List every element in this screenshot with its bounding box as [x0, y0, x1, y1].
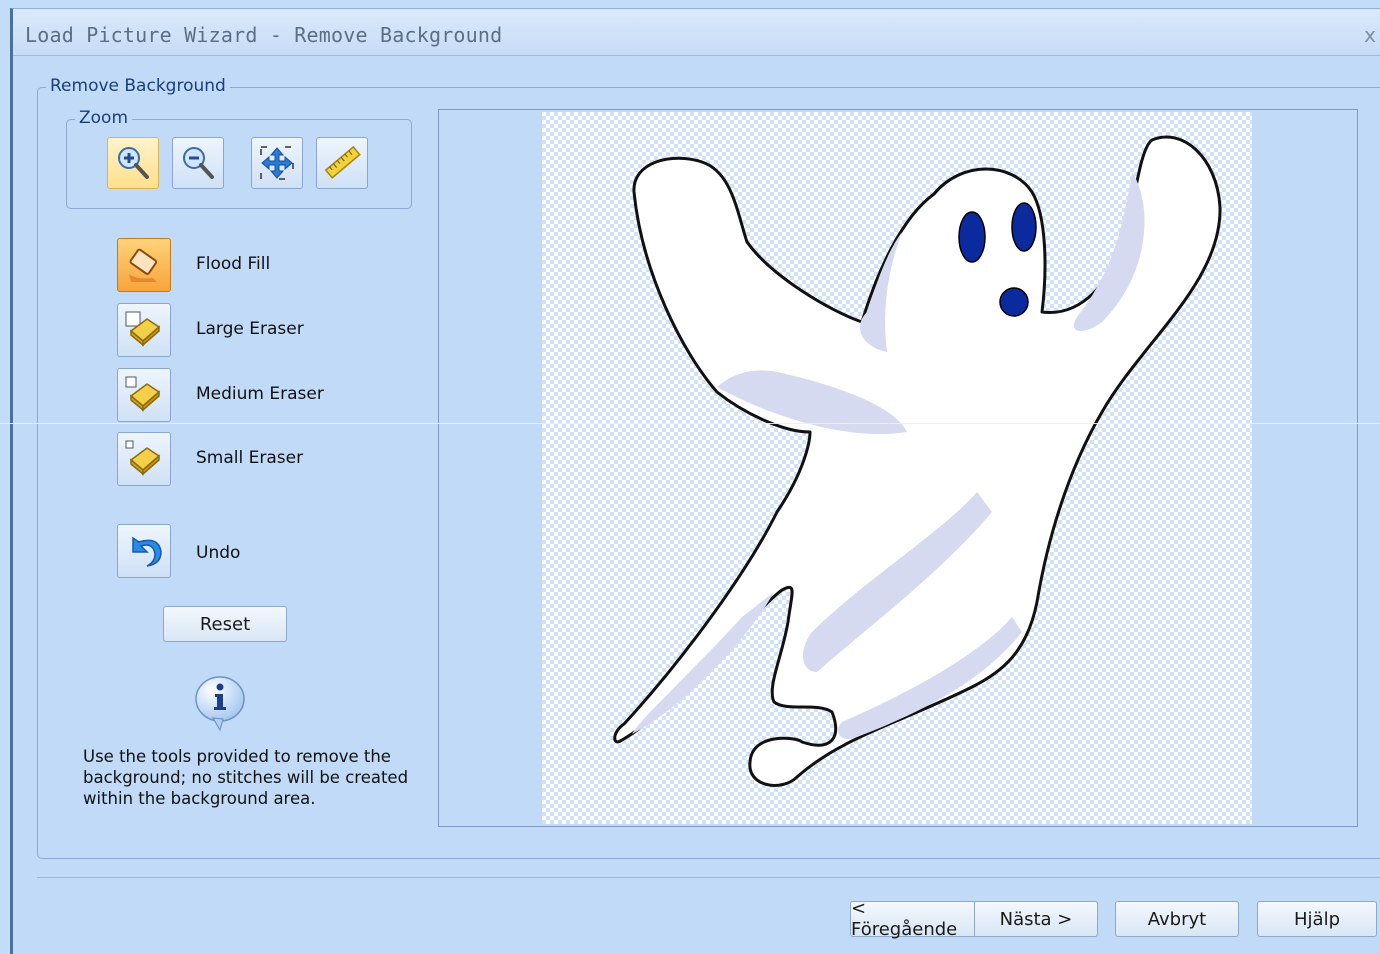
window-title: Load Picture Wizard - Remove Background — [25, 23, 503, 47]
ruler-button[interactable] — [316, 137, 368, 189]
info-icon — [195, 676, 245, 732]
flood-fill-button[interactable] — [117, 238, 171, 292]
zoom-out-icon — [183, 147, 214, 179]
move-arrows-icon — [260, 146, 294, 180]
cancel-button[interactable]: Avbryt — [1115, 901, 1239, 937]
zoom-legend: Zoom — [75, 108, 133, 128]
small-eraser-label: Small Eraser — [196, 448, 304, 468]
undo-label: Undo — [196, 543, 241, 563]
flood-fill-icon — [129, 248, 158, 282]
ghost-image — [613, 135, 1222, 787]
previous-button[interactable]: < Föregående — [850, 898, 974, 940]
info-text: Use the tools provided to remove the bac… — [83, 747, 409, 808]
zoom-in-button[interactable] — [107, 137, 159, 189]
flood-fill-label: Flood Fill — [196, 254, 271, 274]
medium-eraser-button[interactable] — [117, 368, 171, 422]
footer-separator — [37, 877, 1380, 878]
help-button[interactable]: Hjälp — [1257, 901, 1377, 937]
ruler-icon — [324, 145, 361, 179]
undo-icon — [132, 536, 162, 567]
large-eraser-icon — [125, 311, 161, 347]
remove-background-legend: Remove Background — [46, 76, 230, 96]
wizard-window: Load Picture Wizard - Remove Background … — [10, 8, 1380, 954]
title-bar: Load Picture Wizard - Remove Background … — [13, 9, 1380, 56]
next-button[interactable]: Nästa > — [974, 901, 1098, 937]
large-eraser-button[interactable] — [117, 303, 171, 357]
zoom-in-icon — [118, 147, 149, 179]
reset-button[interactable]: Reset — [163, 606, 287, 642]
large-eraser-label: Large Eraser — [196, 319, 304, 339]
small-eraser-button[interactable] — [117, 432, 171, 486]
small-eraser-icon — [125, 440, 161, 476]
medium-eraser-icon — [125, 376, 161, 412]
render-artifact-line — [0, 423, 1380, 424]
zoom-group: Zoom — [66, 108, 412, 209]
medium-eraser-label: Medium Eraser — [196, 384, 324, 404]
image-canvas[interactable] — [542, 112, 1252, 824]
close-button[interactable]: x — [1364, 23, 1376, 47]
undo-button[interactable] — [117, 524, 171, 578]
image-canvas-frame — [438, 109, 1358, 827]
zoom-out-button[interactable] — [172, 137, 224, 189]
pan-button[interactable] — [251, 137, 303, 189]
